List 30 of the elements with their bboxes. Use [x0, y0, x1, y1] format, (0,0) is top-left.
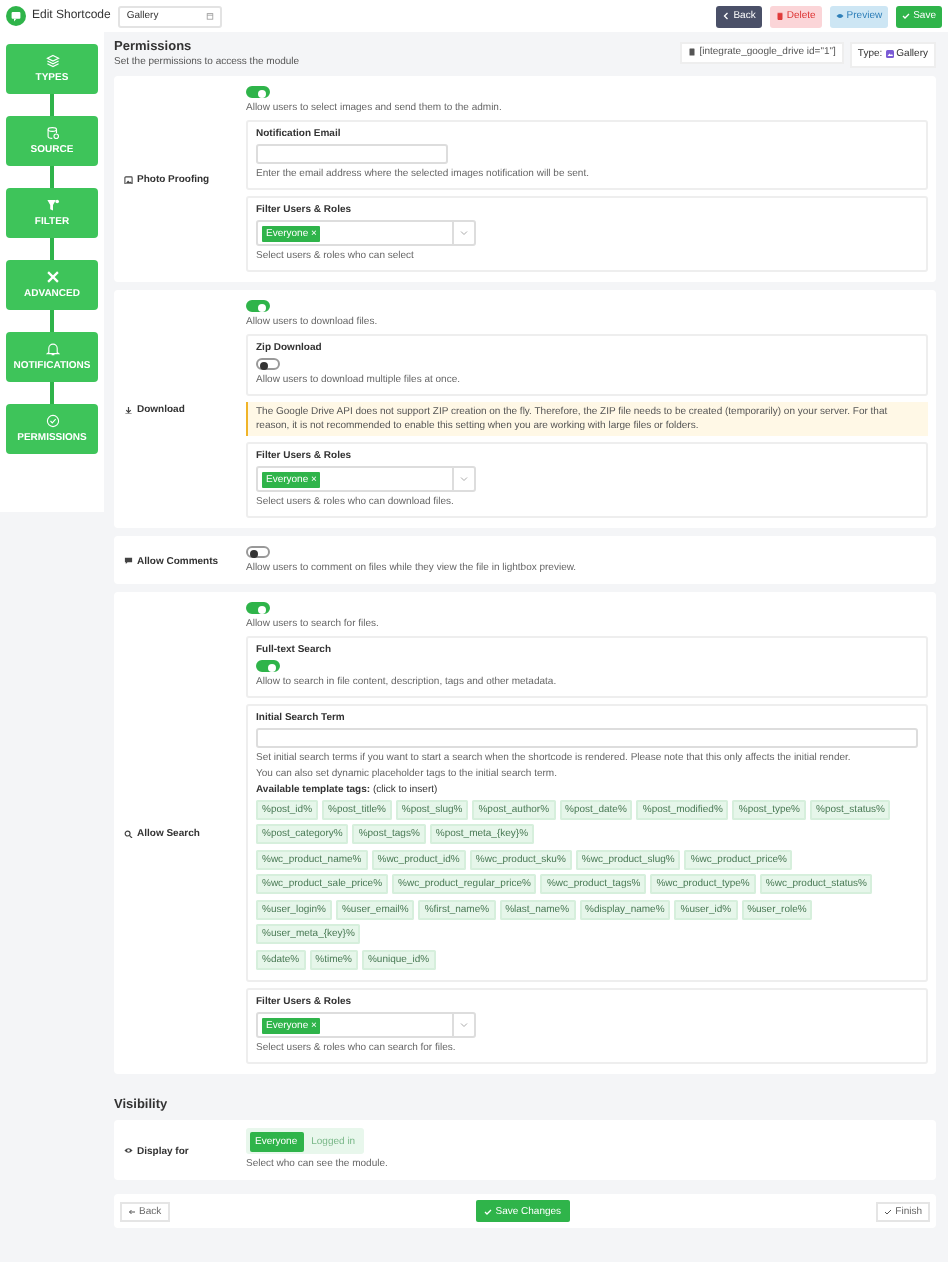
tools-icon	[45, 270, 59, 284]
eye-icon	[124, 1146, 133, 1156]
check-icon	[902, 12, 911, 20]
toggle-switch[interactable]	[246, 602, 270, 614]
calendar-icon	[206, 12, 215, 20]
chevron-down-icon	[460, 1022, 468, 1028]
check-circle-icon	[45, 414, 59, 428]
check-icon	[484, 1207, 493, 1215]
toggle-switch[interactable]	[256, 358, 280, 370]
toggle-switch[interactable]	[246, 546, 270, 558]
toggle-switch[interactable]	[256, 660, 280, 672]
search-icon	[124, 829, 133, 839]
layers-icon	[45, 54, 59, 68]
search-term-input[interactable]	[256, 728, 918, 748]
trash-icon	[775, 12, 784, 20]
gallery-icon	[885, 50, 894, 58]
chevron-down-icon	[460, 230, 468, 236]
bell-icon	[45, 342, 59, 356]
image-icon	[124, 175, 133, 185]
chevron-down-icon	[460, 476, 468, 482]
filter-icon	[45, 198, 59, 212]
database-icon	[45, 126, 59, 140]
logo-icon	[6, 6, 26, 26]
arrow-left-icon	[128, 1207, 136, 1215]
toggle-switch[interactable]	[246, 300, 270, 312]
email-input[interactable]	[256, 144, 448, 164]
comment-icon	[124, 556, 133, 566]
eye-icon	[835, 12, 844, 20]
toggle-switch[interactable]	[246, 86, 270, 98]
download-icon	[124, 405, 133, 415]
